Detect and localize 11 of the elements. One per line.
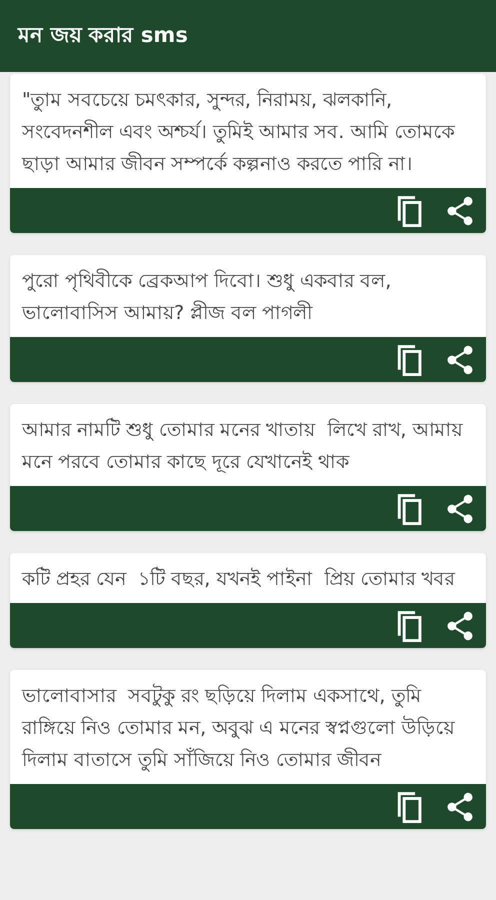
share-icon[interactable] [446, 196, 474, 226]
share-icon[interactable] [446, 610, 474, 640]
app-title: মন জয় করার sms [18, 22, 188, 50]
share-icon[interactable] [446, 792, 474, 822]
share-icon[interactable] [446, 344, 474, 374]
message-text: আমার নামটি শুধু তোমার মনের খাতায় লিখে রাখ, আমায় মনে পরবে তোমার কাছে দূরে যেখানেই থাক [20, 416, 464, 475]
message-text: পুরো পৃথিবীকে ব্রেকআপ দিবো। শুধু একবার বল, ভালোবাসিস আমায়? প্লীজ বল পাগলী [20, 268, 392, 326]
share-icon[interactable] [446, 494, 474, 524]
message-text: ভালোবাসার সবটুকু রং ছড়িয়ে দিলাম একসাথে, তুমি রাঙ্গিয়ে নিও তোমার মন, অবুঝ এ মনের স্বপ্নগুলো উড়িয়ে দিলাম বাতাসে তুমি সাঁজিয়ে নিও তোমার জীবন [20, 682, 456, 774]
message-text: "তুাম সবচেয়ে চমৎকার, সুন্দর, নিরাময়, ঝলকানি, সংবেদনশীল এবং অশ্চর্য। তুমিই আমার সব. আমি তোমকে ছাড়া আমার জীবন সম্পর্কে কল্পনাও করতে পারি না। [20, 88, 456, 177]
message-text: কটি প্রহর যেন ১টি বছর, যখনই পাইনা প্রিয় তোমার খবর [20, 566, 456, 592]
